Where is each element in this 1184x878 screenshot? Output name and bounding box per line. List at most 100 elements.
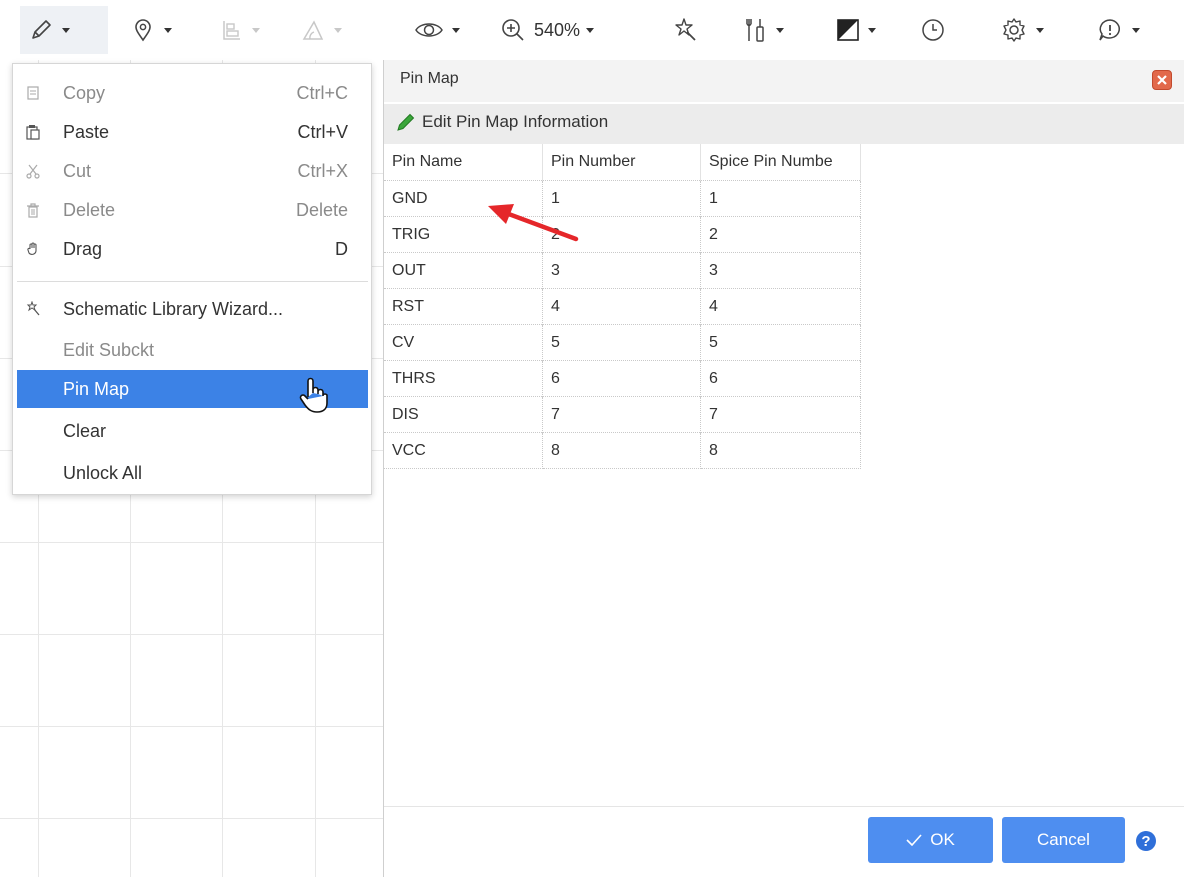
grid-line xyxy=(0,634,385,635)
spice-pin-number-cell[interactable]: 4 xyxy=(700,288,861,325)
copy-icon xyxy=(25,85,41,101)
menu-item-edit-subckt[interactable]: Edit Subckt xyxy=(17,331,368,369)
pin-map-dialog: Pin Map Edit Pin Map Information Pin Nam… xyxy=(383,60,1184,877)
chevron-down-icon xyxy=(776,27,784,33)
grid-line xyxy=(0,542,385,543)
scissors-icon xyxy=(25,163,41,179)
chevron-down-icon xyxy=(452,27,460,33)
dialog-footer: OK Cancel ? xyxy=(384,806,1184,878)
chevron-down-icon xyxy=(334,27,342,33)
pin-name-cell[interactable]: CV xyxy=(384,324,543,361)
shape-icon xyxy=(300,17,326,43)
chevron-down-icon xyxy=(1132,27,1140,33)
grid-line xyxy=(0,818,385,819)
hand-icon xyxy=(25,241,41,257)
pin-number-cell[interactable]: 5 xyxy=(542,324,701,361)
pin-number-cell[interactable]: 3 xyxy=(542,252,701,289)
pin-map-table: Pin Name Pin Number Spice Pin Numbe GND 1… xyxy=(384,144,861,469)
theme-button[interactable] xyxy=(836,6,896,54)
checkmark-icon xyxy=(906,834,930,846)
pin-number-cell[interactable]: 4 xyxy=(542,288,701,325)
table-row[interactable]: OUT 3 3 xyxy=(384,252,861,289)
zoom-level: 540% xyxy=(534,19,581,40)
menu-item-pin-map[interactable]: Pin Map xyxy=(17,370,368,413)
column-header-spice-pin-number[interactable]: Spice Pin Numbe xyxy=(700,144,861,181)
eye-icon xyxy=(414,18,444,42)
annotation-arrow xyxy=(480,195,590,247)
menu-item-clear[interactable]: Clear xyxy=(17,412,368,450)
help-icon[interactable]: ? xyxy=(1136,831,1156,851)
pencil-tool-button[interactable] xyxy=(20,6,108,54)
pin-name-cell[interactable]: VCC xyxy=(384,432,543,469)
ok-button[interactable]: OK xyxy=(868,817,993,863)
menu-item-cut[interactable]: Cut Ctrl+X xyxy=(17,152,368,190)
history-button[interactable] xyxy=(920,6,960,54)
table-row[interactable]: THRS 6 6 xyxy=(384,360,861,397)
spice-pin-number-cell[interactable]: 7 xyxy=(700,396,861,433)
pin-name-cell[interactable]: OUT xyxy=(384,252,543,289)
cancel-button[interactable]: Cancel xyxy=(1002,817,1125,863)
close-button[interactable] xyxy=(1152,70,1172,90)
menu-item-paste[interactable]: Paste Ctrl+V xyxy=(17,113,368,151)
menu-item-unlock-all[interactable]: Unlock All xyxy=(17,454,368,492)
pin-number-cell[interactable]: 7 xyxy=(542,396,701,433)
context-menu: Copy Ctrl+C Paste Ctrl+V Cut Ctrl+X Dele… xyxy=(12,63,372,495)
wizard-icon xyxy=(670,17,698,43)
table-header-row: Pin Name Pin Number Spice Pin Numbe xyxy=(384,144,861,181)
tools-button[interactable] xyxy=(742,6,802,54)
zoom-control[interactable]: 540% xyxy=(500,6,640,54)
align-icon xyxy=(218,17,244,43)
spice-pin-number-cell[interactable]: 8 xyxy=(700,432,861,469)
table-row[interactable]: GND 1 1 xyxy=(384,180,861,217)
zoom-in-icon xyxy=(500,17,526,43)
dialog-toolbar: Edit Pin Map Information xyxy=(384,104,1184,144)
chevron-down-icon xyxy=(252,27,260,33)
table-row[interactable]: TRIG 2 2 xyxy=(384,216,861,253)
gear-icon xyxy=(1000,16,1028,44)
chevron-down-icon xyxy=(1036,27,1044,33)
alert-button[interactable] xyxy=(1096,6,1162,54)
spice-pin-number-cell[interactable]: 3 xyxy=(700,252,861,289)
wizard-icon xyxy=(25,301,41,317)
menu-item-delete[interactable]: Delete Delete xyxy=(17,191,368,229)
location-pin-icon xyxy=(130,17,156,43)
pin-number-cell[interactable]: 8 xyxy=(542,432,701,469)
spice-pin-number-cell[interactable]: 1 xyxy=(700,180,861,217)
toolbar: 540% xyxy=(0,0,1184,60)
grid-line xyxy=(0,726,385,727)
spice-pin-number-cell[interactable]: 2 xyxy=(700,216,861,253)
table-row[interactable]: RST 4 4 xyxy=(384,288,861,325)
shape-tool-button[interactable] xyxy=(300,6,360,54)
pin-name-cell[interactable]: DIS xyxy=(384,396,543,433)
column-header-pin-name[interactable]: Pin Name xyxy=(384,144,543,181)
table-row[interactable]: DIS 7 7 xyxy=(384,396,861,433)
wizard-tool-button[interactable] xyxy=(670,6,710,54)
edit-pin-map-button[interactable]: Edit Pin Map Information xyxy=(396,112,608,132)
chevron-down-icon xyxy=(868,27,876,33)
menu-separator xyxy=(17,281,368,282)
alert-icon xyxy=(1096,17,1124,43)
table-row[interactable]: VCC 8 8 xyxy=(384,432,861,469)
trash-icon xyxy=(25,202,41,218)
history-icon xyxy=(920,17,946,43)
theme-icon xyxy=(836,18,860,42)
hand-pointer-cursor-icon xyxy=(297,375,331,415)
settings-button[interactable] xyxy=(1000,6,1070,54)
align-tool-button[interactable] xyxy=(218,6,278,54)
view-tool-button[interactable] xyxy=(414,6,480,54)
edit-pin-map-label: Edit Pin Map Information xyxy=(422,112,609,131)
pin-name-cell[interactable]: RST xyxy=(384,288,543,325)
menu-item-drag[interactable]: Drag D xyxy=(17,230,368,268)
menu-item-schematic-library-wizard[interactable]: Schematic Library Wizard... xyxy=(17,290,368,328)
pin-name-cell[interactable]: THRS xyxy=(384,360,543,397)
spice-pin-number-cell[interactable]: 6 xyxy=(700,360,861,397)
pin-number-cell[interactable]: 6 xyxy=(542,360,701,397)
menu-item-copy[interactable]: Copy Ctrl+C xyxy=(17,74,368,112)
tools-icon xyxy=(742,16,768,44)
spice-pin-number-cell[interactable]: 5 xyxy=(700,324,861,361)
column-header-pin-number[interactable]: Pin Number xyxy=(542,144,701,181)
dialog-titlebar[interactable]: Pin Map xyxy=(384,60,1184,102)
table-row[interactable]: CV 5 5 xyxy=(384,324,861,361)
place-tool-button[interactable] xyxy=(130,6,190,54)
chevron-down-icon xyxy=(586,27,595,33)
